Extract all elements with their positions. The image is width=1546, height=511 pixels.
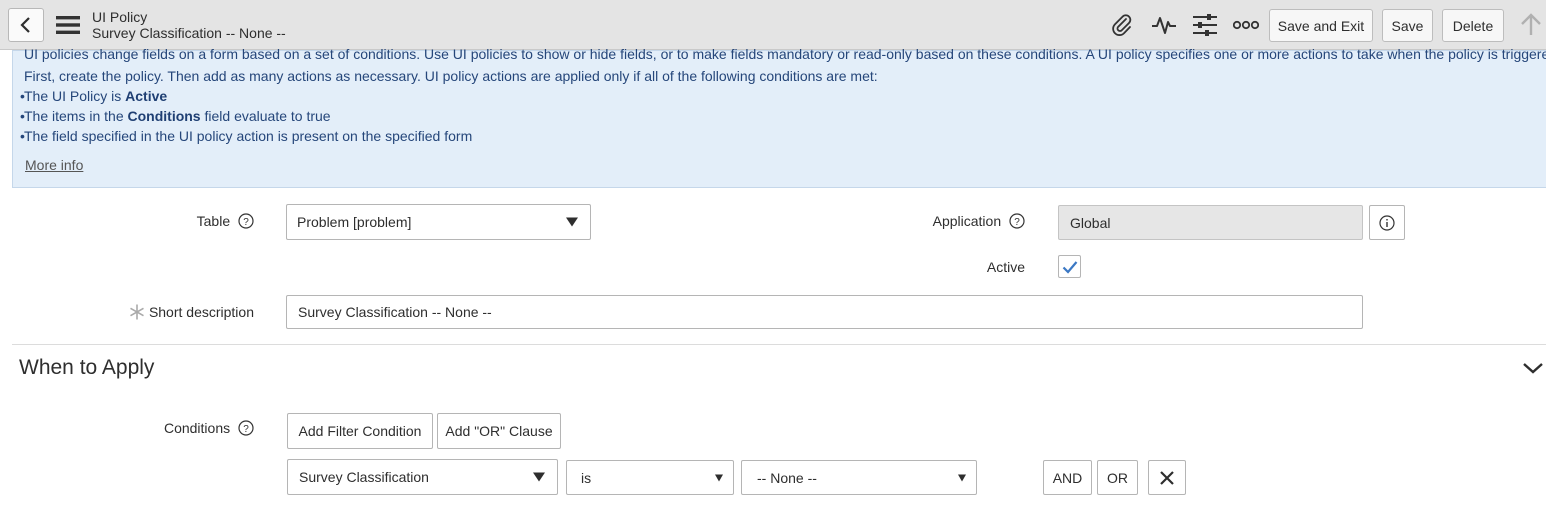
add-filter-condition-button[interactable]: Add Filter Condition — [287, 413, 433, 449]
more-info-link[interactable]: More info — [25, 157, 83, 173]
svg-text:?: ? — [243, 217, 249, 228]
close-icon — [1160, 470, 1174, 485]
short-description-input[interactable]: Survey Classification -- None -- — [286, 295, 1363, 329]
condition-field-select[interactable]: Survey Classification — [287, 459, 558, 495]
up-arrow-icon[interactable] — [1518, 12, 1544, 38]
info-message-box: UI policies change fields on a form base… — [12, 46, 1546, 188]
application-label: Application ? — [900, 213, 1025, 229]
info-line-2: First, create the policy. Then add as ma… — [24, 68, 878, 84]
paperclip-icon[interactable] — [1109, 12, 1135, 38]
info-icon — [1379, 214, 1395, 231]
chevron-down-icon — [715, 474, 723, 481]
and-button[interactable]: AND — [1043, 460, 1092, 495]
bullet-dot: • — [20, 108, 25, 124]
bullet-dot: • — [20, 88, 25, 104]
svg-text:?: ? — [243, 424, 249, 435]
checkmark-icon — [1062, 260, 1077, 274]
active-checkbox[interactable] — [1058, 255, 1081, 278]
svg-text:?: ? — [1014, 217, 1020, 228]
application-field: Global — [1058, 205, 1363, 240]
delete-button[interactable]: Delete — [1442, 9, 1504, 42]
application-info-button[interactable] — [1369, 205, 1405, 240]
activity-icon[interactable] — [1151, 12, 1177, 38]
conditions-label: Conditions ? — [140, 420, 254, 436]
info-bullet-1: • The UI Policy is Active — [20, 88, 168, 104]
chevron-down-icon — [958, 474, 966, 481]
info-bullet-3: • The field specified in the UI policy a… — [20, 128, 473, 144]
add-or-clause-button[interactable]: Add "OR" Clause — [437, 413, 561, 449]
section-divider — [12, 344, 1546, 345]
save-and-exit-button[interactable]: Save and Exit — [1269, 9, 1373, 42]
table-select[interactable]: Problem [problem] — [286, 204, 591, 240]
sliders-icon[interactable] — [1192, 12, 1218, 38]
hamburger-menu-icon[interactable] — [56, 15, 80, 35]
more-icon[interactable] — [1233, 12, 1259, 38]
info-bullet-2: • The items in the Conditions field eval… — [20, 108, 331, 124]
help-icon[interactable]: ? — [238, 420, 254, 436]
save-button[interactable]: Save — [1382, 9, 1433, 42]
help-icon[interactable]: ? — [1009, 213, 1025, 229]
active-label: Active — [986, 259, 1025, 275]
condition-value-select[interactable]: -- None -- — [741, 460, 977, 495]
page-subtitle: Survey Classification -- None -- — [92, 25, 286, 41]
collapse-section-button[interactable] — [1521, 360, 1545, 380]
title-block: UI Policy Survey Classification -- None … — [92, 9, 286, 41]
form-header: UI Policy Survey Classification -- None … — [0, 0, 1546, 50]
mandatory-asterisk-icon — [130, 304, 144, 320]
bullet-dot: • — [20, 128, 25, 144]
table-label: Table ? — [150, 213, 254, 229]
short-description-label: Short description — [100, 304, 254, 320]
back-icon — [20, 17, 30, 33]
or-button[interactable]: OR — [1097, 460, 1138, 495]
section-title-when-to-apply: When to Apply — [19, 356, 155, 379]
condition-operator-select[interactable]: is — [566, 460, 734, 495]
help-icon[interactable]: ? — [238, 213, 254, 229]
chevron-down-icon — [566, 217, 578, 227]
back-button[interactable] — [8, 8, 44, 42]
chevron-down-icon — [1523, 363, 1543, 374]
chevron-down-icon — [533, 472, 545, 482]
remove-condition-button[interactable] — [1148, 460, 1186, 495]
page-title: UI Policy — [92, 9, 148, 25]
info-line-1: UI policies change fields on a form base… — [24, 46, 1546, 62]
